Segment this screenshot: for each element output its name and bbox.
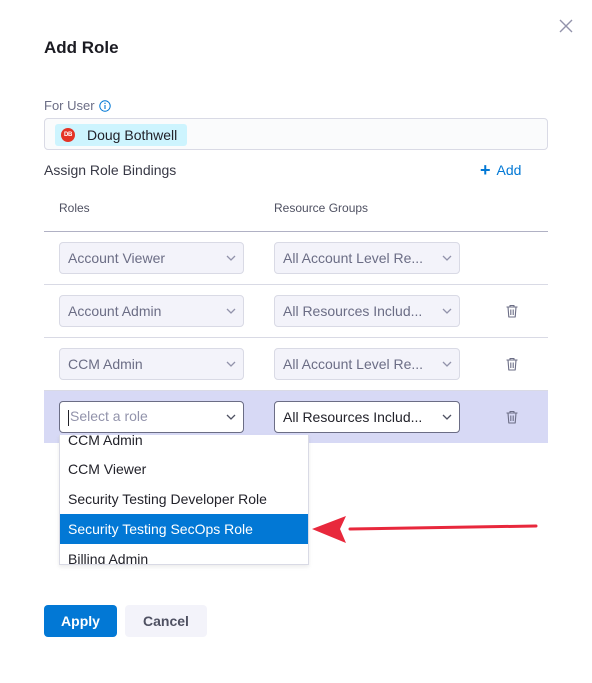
resource-group-select[interactable]: All Resources Includ...: [274, 401, 460, 433]
user-field[interactable]: DB Doug Bothwell: [44, 118, 548, 150]
add-role-dialog: Add Role For User DB Doug Bothwell Assig…: [0, 0, 592, 683]
resource-group-select[interactable]: All Account Level Re...: [274, 348, 460, 380]
chevron-down-icon: [435, 349, 459, 379]
role-select-value: CCM Admin: [68, 356, 143, 372]
roles-column-header: Roles: [59, 201, 90, 215]
user-name: Doug Bothwell: [87, 127, 178, 143]
role-select-input[interactable]: Select a role: [59, 401, 244, 433]
for-user-label: For User: [44, 98, 111, 113]
chevron-down-icon: [219, 296, 243, 326]
chevron-down-icon: [435, 402, 459, 432]
resource-group-value: All Account Level Re...: [283, 250, 424, 266]
role-dropdown-menu[interactable]: CCM Admin CCM Viewer Security Testing De…: [59, 435, 309, 565]
cancel-button[interactable]: Cancel: [125, 605, 207, 637]
close-icon[interactable]: [556, 16, 576, 36]
resource-group-value: All Resources Includ...: [283, 303, 423, 319]
role-select-placeholder: Select a role: [68, 408, 219, 426]
binding-row: Account Viewer All Account Level Re...: [44, 232, 548, 284]
add-label: Add: [496, 162, 522, 178]
chevron-down-icon: [435, 296, 459, 326]
info-icon[interactable]: [98, 99, 111, 112]
resource-group-select[interactable]: All Resources Includ...: [274, 295, 460, 327]
plus-icon: +: [480, 160, 491, 180]
trash-icon[interactable]: [504, 409, 520, 425]
binding-row: CCM Admin All Account Level Re...: [44, 338, 548, 390]
assign-role-bindings-label: Assign Role Bindings: [44, 162, 177, 178]
text-cursor: [68, 409, 69, 426]
resource-groups-column-header: Resource Groups: [274, 201, 369, 215]
dropdown-option[interactable]: Security Testing Developer Role: [60, 484, 308, 514]
arrow-annotation: [312, 516, 538, 543]
resource-group-value: All Account Level Re...: [283, 356, 424, 372]
role-select[interactable]: Account Viewer: [59, 242, 244, 274]
role-placeholder-text: Select a role: [70, 408, 148, 425]
dropdown-option-highlighted[interactable]: Security Testing SecOps Role: [60, 514, 308, 544]
role-select-value: Account Viewer: [68, 250, 166, 266]
role-select[interactable]: Account Admin: [59, 295, 244, 327]
resource-group-value: All Resources Includ...: [283, 409, 423, 425]
role-select-value: Account Admin: [68, 303, 162, 319]
trash-icon[interactable]: [504, 356, 520, 372]
dropdown-option[interactable]: Billing Admin: [60, 544, 308, 564]
add-binding-button[interactable]: + Add: [480, 160, 522, 180]
dropdown-option[interactable]: CCM Admin: [60, 435, 308, 455]
avatar: DB: [61, 128, 75, 142]
binding-row: Account Admin All Resources Includ...: [44, 285, 548, 337]
chevron-down-icon: [219, 349, 243, 379]
for-user-text: For User: [44, 98, 95, 113]
user-chip: DB Doug Bothwell: [55, 124, 188, 146]
trash-icon[interactable]: [504, 303, 520, 319]
chevron-down-icon: [435, 243, 459, 273]
role-select[interactable]: CCM Admin: [59, 348, 244, 380]
resource-group-select[interactable]: All Account Level Re...: [274, 242, 460, 274]
chevron-down-icon: [219, 402, 243, 432]
dialog-title: Add Role: [44, 38, 119, 57]
chevron-down-icon: [219, 243, 243, 273]
dropdown-option[interactable]: CCM Viewer: [60, 454, 308, 484]
apply-button[interactable]: Apply: [44, 605, 117, 637]
